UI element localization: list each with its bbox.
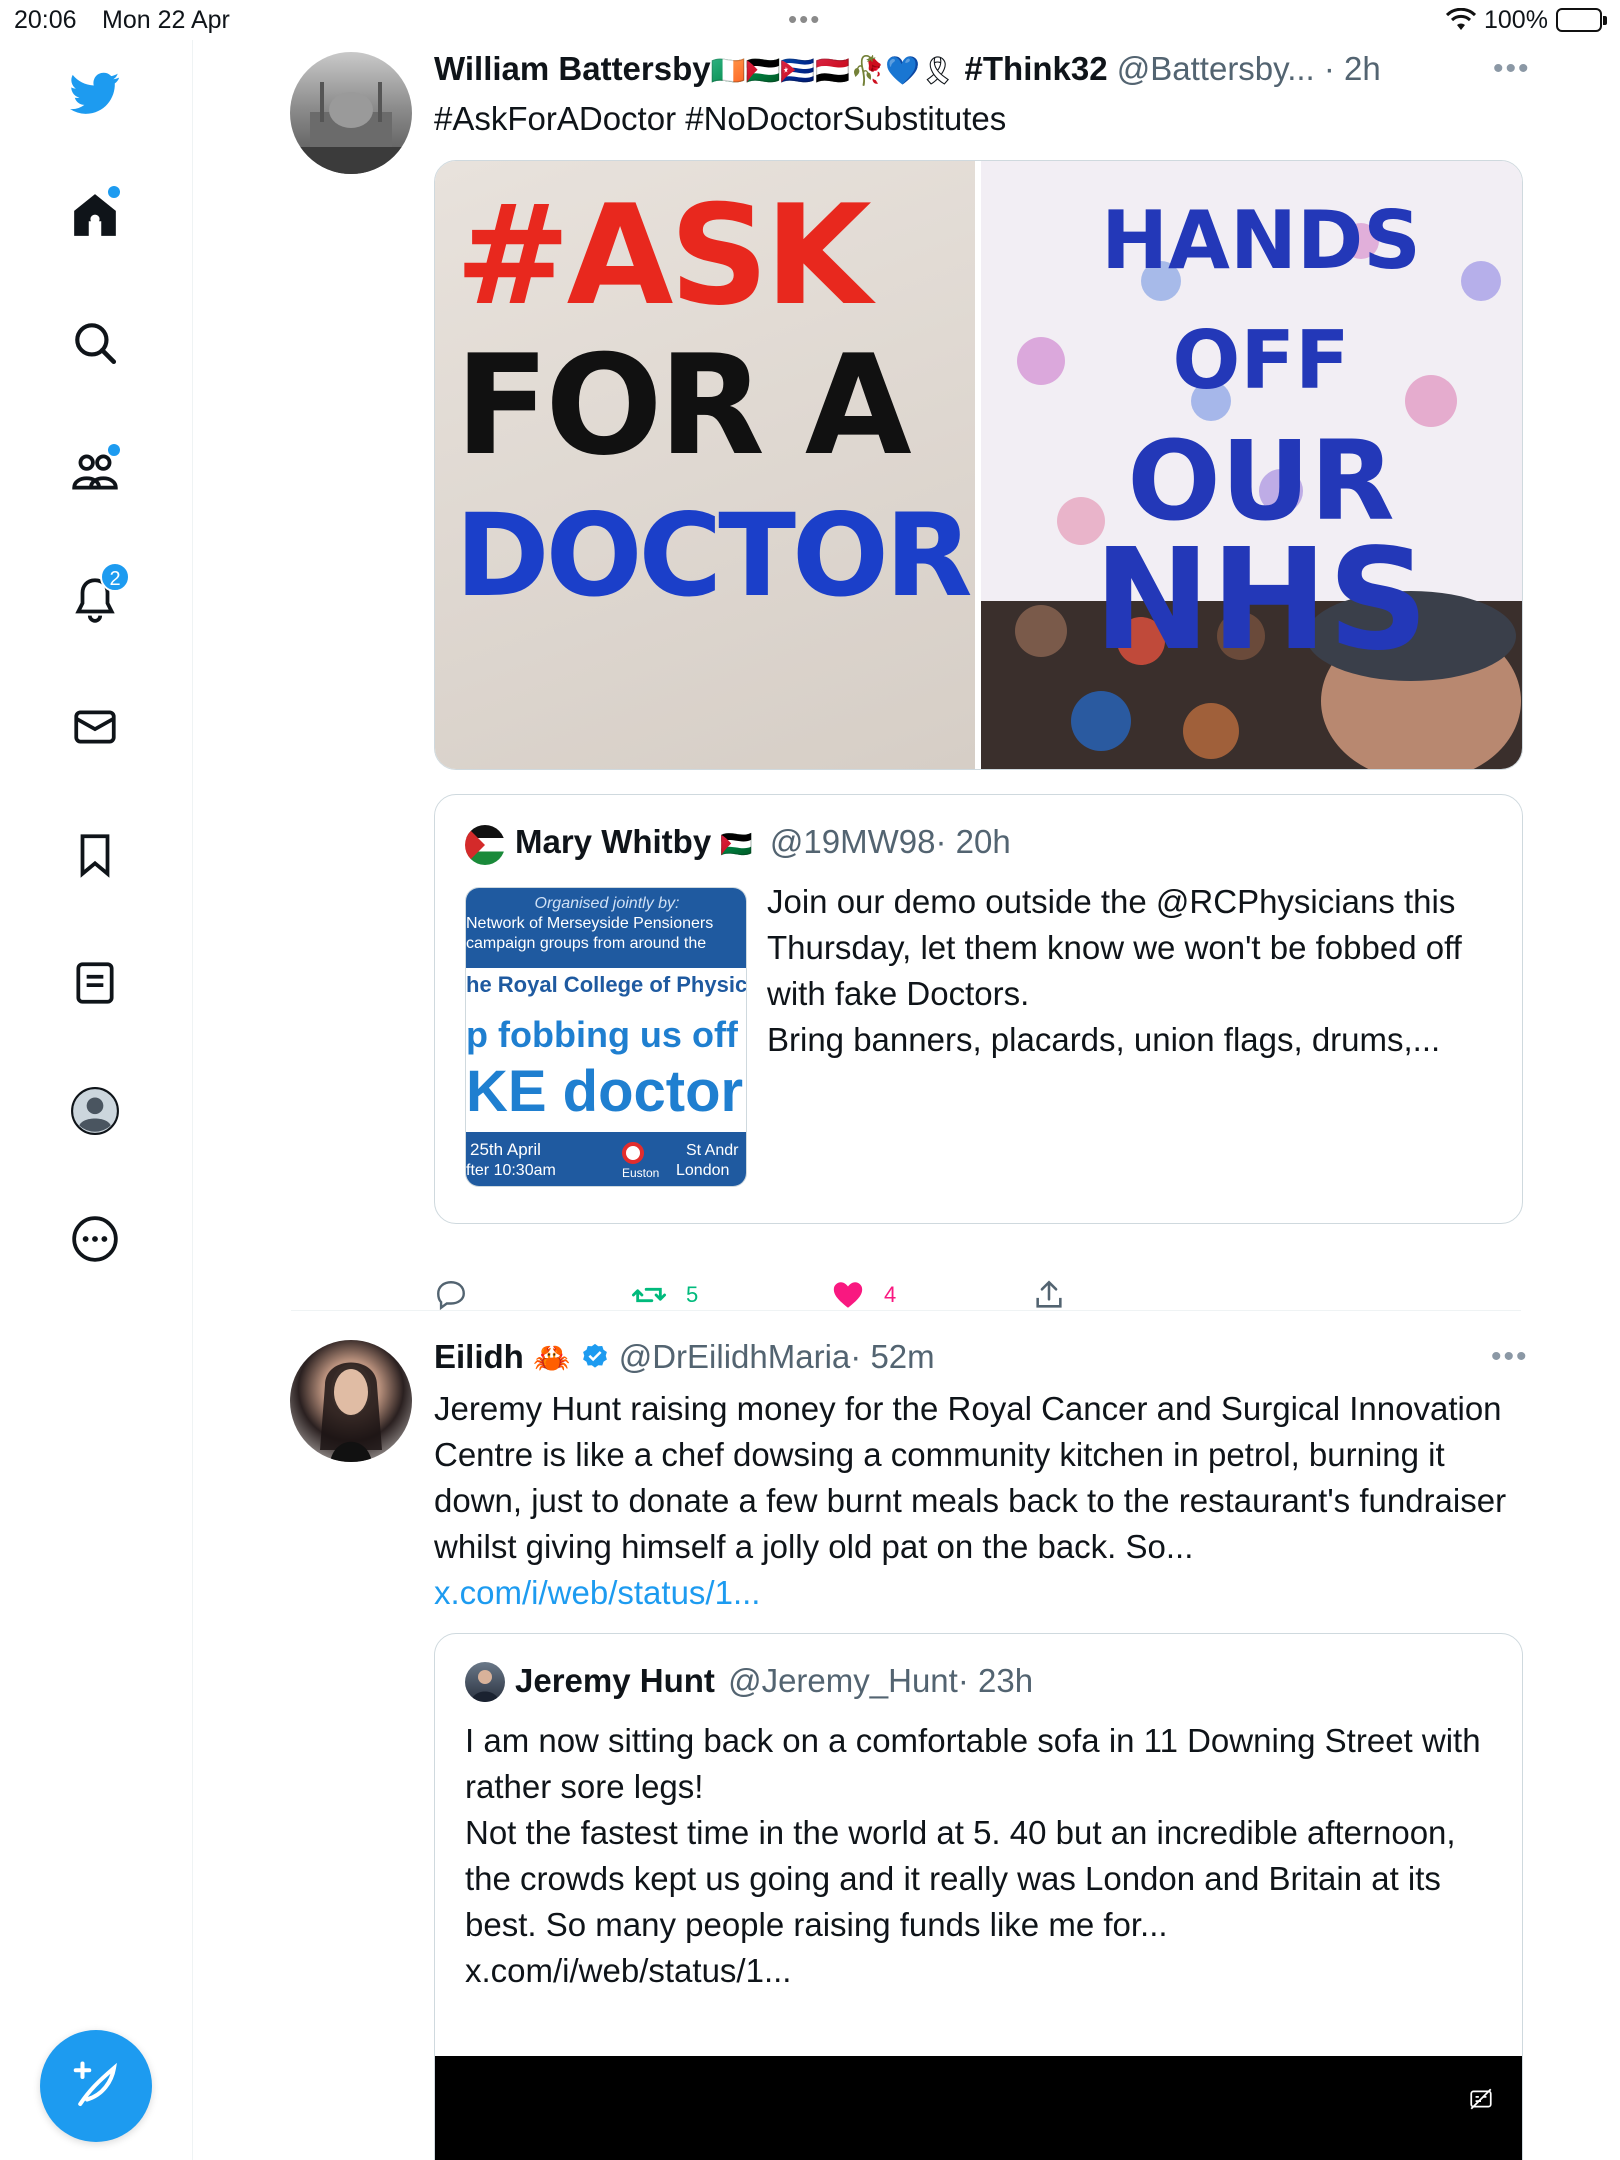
thumb-text: London — [676, 1162, 730, 1179]
author-avatar[interactable] — [290, 1340, 412, 1462]
thumb-text: Network of Merseyside Pensioners — [466, 915, 714, 932]
thumb-text: 25th April — [470, 1140, 541, 1159]
quoted-author-avatar — [465, 1662, 505, 1702]
quoted-tweet-time: · 23h — [957, 1662, 1034, 1699]
thumb-text: p fobbing us off w — [466, 1014, 747, 1055]
quoted-video-player[interactable] — [435, 2056, 1522, 2160]
battery-icon — [1556, 8, 1607, 32]
home-icon[interactable] — [66, 186, 124, 244]
like-button[interactable]: 4 — [830, 1278, 896, 1312]
thumb-text: St Andr — [686, 1142, 739, 1159]
lists-icon[interactable] — [66, 954, 124, 1012]
wifi-icon — [1445, 7, 1477, 39]
underground-roundel-icon — [622, 1142, 644, 1164]
tweet-time[interactable]: · 2h — [1324, 50, 1381, 87]
status-date: Mon 22 Apr — [102, 6, 230, 34]
share-icon — [1036, 1280, 1062, 1308]
sign-line-3: DOCTOR — [455, 489, 973, 622]
author-handle[interactable]: @Battersby... — [1117, 50, 1315, 87]
tweet-text: Jeremy Hunt raising money for the Royal … — [434, 1386, 1524, 1616]
compose-tweet-button[interactable] — [40, 2030, 152, 2142]
profile-avatar-icon[interactable] — [66, 1082, 124, 1140]
captions-off-icon[interactable] — [1468, 2086, 1494, 2112]
tweet-body: Jeremy Hunt raising money for the Royal … — [434, 1390, 1507, 1565]
heart-icon — [833, 1282, 863, 1308]
tweet-divider — [291, 1310, 1521, 1311]
tweet-actions: 5 4 — [434, 1278, 1134, 1324]
tweet-more-menu-icon[interactable]: ••• — [1493, 52, 1531, 86]
thumb-text: fter 10:30am — [466, 1162, 556, 1179]
quoted-author-name: Mary Whitby — [515, 823, 712, 860]
quoted-tweet-time: · 20h — [935, 823, 1011, 860]
communities-unread-dot — [108, 444, 120, 456]
thumb-text: he Royal College of Physici — [466, 972, 747, 997]
thumb-text: campaign groups from around the — [466, 935, 707, 952]
quoted-author-handle: @Jeremy_Hunt — [728, 1662, 958, 1699]
quoted-author-flag: 🇵🇸 — [720, 829, 753, 859]
reply-icon — [437, 1281, 465, 1311]
tweet-more-menu-icon[interactable]: ••• — [1491, 1340, 1529, 1374]
author-handle[interactable]: @DrEilidhMaria — [619, 1338, 851, 1375]
sign-line-2: FOR A — [455, 325, 912, 486]
quoted-tweet-mary-whitby[interactable]: Mary Whitby 🇵🇸 @19MW98· 20h Organised jo… — [434, 794, 1523, 1224]
quoted-tweet-text: Join our demo outside the @RCPhysicians … — [767, 883, 1462, 1058]
status-bar: 20:06 Mon 22 Apr ••• 100% — [0, 0, 1620, 40]
quoted-author-avatar — [465, 825, 505, 865]
quoted-author-handle: @19MW98 — [769, 823, 936, 860]
messages-envelope-icon[interactable] — [66, 698, 124, 756]
banner-line-1: HANDS OFF — [1101, 194, 1421, 407]
tweet-hashtags[interactable]: #AskForADoctor #NoDoctorSubstitutes — [434, 96, 1006, 142]
sign-line-1: #ASK — [455, 175, 872, 336]
quoted-media-thumbnail[interactable]: Organised jointly by: Network of Merseys… — [465, 887, 747, 1187]
quoted-author-name: Jeremy Hunt — [515, 1662, 715, 1699]
retweet-icon — [632, 1287, 666, 1303]
tweet-time[interactable]: · 52m — [850, 1338, 934, 1375]
battery-percent: 100% — [1484, 6, 1548, 34]
author-name[interactable]: William Battersby — [434, 50, 711, 87]
tweet-show-more-link[interactable]: x.com/i/web/status/1... — [434, 1574, 760, 1611]
thumb-text: Euston — [622, 1166, 660, 1180]
author-name[interactable]: Eilidh — [434, 1338, 524, 1375]
notifications-bell-icon[interactable]: 2 — [66, 562, 130, 628]
bookmark-icon[interactable] — [66, 826, 124, 884]
multitask-dots[interactable]: ••• — [788, 4, 821, 35]
retweet-button[interactable]: 5 — [630, 1278, 698, 1312]
thumb-text: Organised jointly by: — [534, 895, 680, 912]
author-emoji: 🦀 — [533, 1342, 571, 1375]
communities-icon[interactable] — [66, 442, 124, 500]
home-unread-dot — [108, 186, 120, 198]
status-time: 20:06 — [14, 6, 77, 34]
media-image-hands-off-our-nhs[interactable]: HANDS OFF OUR NHS — [981, 161, 1522, 769]
sidebar: 2 — [0, 40, 193, 2160]
notifications-badge: 2 — [100, 562, 130, 592]
search-icon[interactable] — [66, 314, 124, 372]
banner-line-3: NHS — [1093, 519, 1429, 682]
quoted-tweet-text: I am now sitting back on a comfortable s… — [465, 1722, 1481, 1989]
retweet-count: 5 — [686, 1282, 699, 1307]
media-image-ask-for-a-doctor[interactable]: #ASK FOR A DOCTOR — [435, 161, 975, 769]
share-button[interactable] — [1032, 1278, 1066, 1312]
author-avatar[interactable] — [290, 52, 412, 174]
tweet-media-grid[interactable]: #ASK FOR A DOCTOR HANDS OFF OUR NHS — [434, 160, 1523, 770]
verified-badge-icon — [582, 1343, 607, 1368]
more-options-icon[interactable] — [66, 1210, 124, 1268]
feather-plus-icon — [73, 2061, 117, 2107]
author-flags: 🇮🇪🇵🇸🇨🇺🇾🇪🥀💙🎗 — [710, 55, 956, 86]
twitter-logo-icon[interactable] — [66, 64, 124, 122]
thumb-text: KE doctor — [466, 1059, 744, 1124]
like-count: 4 — [884, 1282, 897, 1307]
author-name-suffix: #Think32 — [964, 50, 1108, 87]
quoted-tweet-jeremy-hunt[interactable]: Jeremy Hunt @Jeremy_Hunt· 23h I am now s… — [434, 1633, 1523, 2160]
reply-button[interactable] — [434, 1278, 468, 1312]
